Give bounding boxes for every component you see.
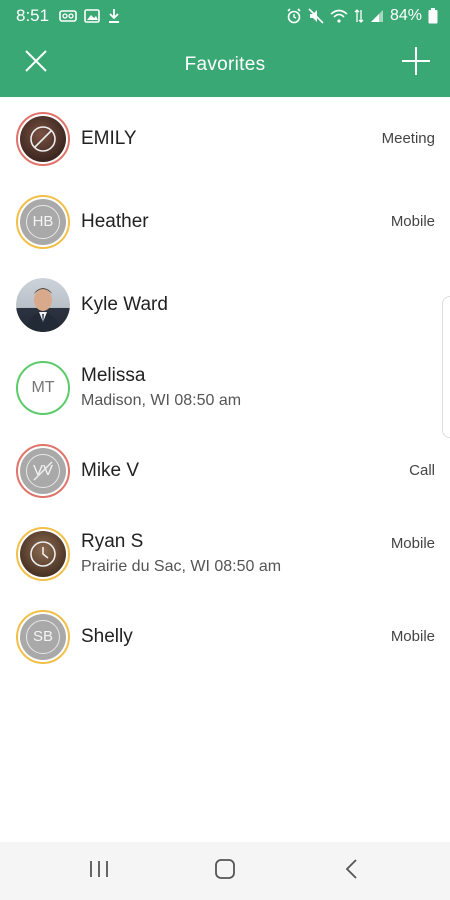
contact-status: Mobile — [390, 535, 435, 552]
plus-icon — [401, 46, 431, 81]
avatar — [16, 526, 70, 581]
contact-name: Heather — [81, 210, 149, 232]
do-not-disturb-icon — [33, 460, 53, 481]
favorite-row-ryan-s[interactable]: Ryan S Prairie du Sac, WI 08:50 am Mobil… — [0, 512, 450, 595]
app-header: 8:51 84% Favorites — [0, 0, 450, 97]
avatar: SB — [16, 609, 70, 664]
alarm-icon — [286, 8, 302, 24]
back-icon — [344, 858, 358, 884]
favorite-row-mike-v[interactable]: VV Mike V Call — [0, 429, 450, 512]
toolbar: Favorites — [0, 32, 450, 97]
contact-status: Mobile — [390, 628, 435, 645]
contact-location: Madison, WI 08:50 am — [81, 392, 242, 409]
home-icon — [214, 858, 236, 885]
download-icon — [107, 8, 121, 24]
contact-status: Mobile — [390, 213, 435, 230]
avatar: MT — [16, 360, 70, 415]
avatar-initials-text: HB — [32, 213, 54, 230]
page-title: Favorites — [184, 53, 266, 75]
person-photo-icon — [26, 287, 60, 332]
contact-name: Shelly — [81, 625, 133, 647]
contact-name: Kyle Ward — [81, 293, 168, 315]
contact-name: Melissa — [81, 365, 146, 386]
recents-icon — [88, 860, 110, 883]
wifi-icon — [330, 9, 348, 23]
avatar-photo — [20, 530, 66, 577]
avatar-initials-text: SB — [32, 628, 53, 645]
avatar: VV — [16, 443, 70, 498]
status-bar: 8:51 84% — [0, 0, 450, 32]
add-favorite-button[interactable] — [394, 41, 438, 85]
favorite-row-kyle-ward[interactable]: Kyle Ward — [0, 263, 450, 346]
avatar-initials: MT — [20, 364, 66, 411]
avatar-initials: VV — [20, 447, 66, 494]
do-not-disturb-icon — [30, 125, 56, 152]
avatar-initials: HB — [20, 198, 66, 245]
contact-name: Mike V — [81, 459, 140, 481]
image-icon — [84, 9, 100, 23]
contact-name: Ryan S — [81, 531, 144, 552]
avatar-initials-text: MT — [31, 378, 55, 396]
clock-icon — [30, 540, 56, 567]
close-icon — [24, 49, 48, 78]
contact-name: EMILY — [81, 127, 137, 149]
favorites-list: EMILY Meeting HB Heather Mobile Kyle War… — [0, 97, 450, 678]
system-nav-bar — [0, 842, 450, 900]
lte-icon — [354, 8, 364, 24]
mute-icon — [308, 8, 324, 24]
avatar — [16, 277, 70, 332]
favorite-row-shelly[interactable]: SB Shelly Mobile — [0, 595, 450, 678]
avatar: HB — [16, 194, 70, 249]
avatar-photo — [20, 115, 66, 162]
signal-icon — [370, 9, 384, 23]
avatar-photo — [16, 277, 70, 332]
battery-percent: 84% — [389, 7, 422, 24]
contact-status: Call — [409, 462, 435, 479]
close-button[interactable] — [14, 41, 58, 85]
status-time: 8:51 — [16, 6, 50, 25]
avatar — [16, 111, 70, 166]
edge-panel-handle[interactable] — [442, 296, 450, 438]
favorite-row-heather[interactable]: HB Heather Mobile — [0, 180, 450, 263]
contact-status: Meeting — [381, 130, 435, 147]
back-button[interactable] — [321, 842, 381, 900]
recents-button[interactable] — [69, 842, 129, 900]
favorite-row-melissa[interactable]: MT Melissa Madison, WI 08:50 am — [0, 346, 450, 429]
favorite-row-emily[interactable]: EMILY Meeting — [0, 97, 450, 180]
avatar-initials: SB — [20, 613, 66, 660]
home-button[interactable] — [195, 842, 255, 900]
voicemail-icon — [59, 9, 77, 23]
battery-icon — [428, 8, 438, 24]
contact-location: Prairie du Sac, WI 08:50 am — [81, 558, 282, 575]
